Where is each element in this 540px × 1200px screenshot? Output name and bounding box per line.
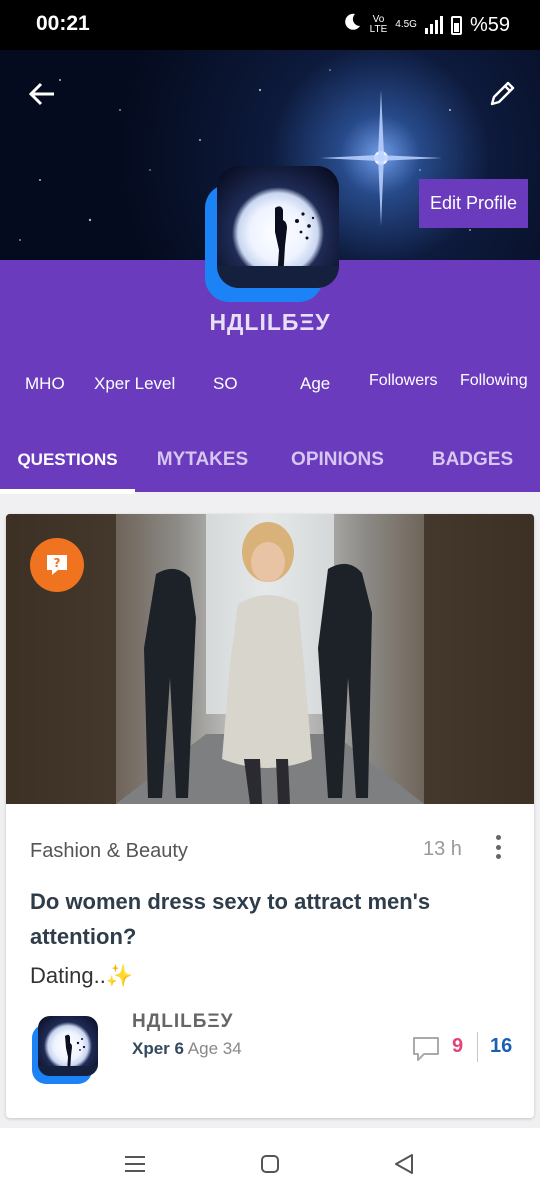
battery-icon xyxy=(450,15,462,35)
question-chat-icon: ? xyxy=(47,555,67,575)
battery-level: %59 xyxy=(469,13,510,36)
system-nav-bar xyxy=(0,1128,540,1200)
author-meta: Xper 6 Age 34 xyxy=(132,1039,242,1059)
author-name[interactable]: НДLILБΞУ xyxy=(132,1011,233,1033)
post-description: Dating..✨ xyxy=(30,963,134,988)
silhouette-figure xyxy=(217,206,339,288)
stat-mho[interactable]: MHO xyxy=(25,374,65,394)
more-options-button[interactable] xyxy=(490,832,506,862)
tab-mytakes[interactable]: MYTAKES xyxy=(135,440,270,492)
back-triangle-icon xyxy=(395,1154,413,1174)
question-card[interactable]: ? Fashion & Beauty 13 h Do women dress s… xyxy=(6,514,534,1118)
volte-icon: Vo LTE xyxy=(369,14,388,35)
profile-username: НДLILБΞУ xyxy=(209,309,331,335)
stat-following[interactable]: Following xyxy=(460,372,528,390)
post-title[interactable]: Do women dress sexy to attract men's att… xyxy=(30,884,510,954)
more-dot xyxy=(495,844,501,850)
author-age: Age 34 xyxy=(187,1039,242,1058)
profile-avatar[interactable] xyxy=(205,166,339,302)
active-tab-indicator xyxy=(0,489,135,494)
vote-count[interactable]: 16 xyxy=(490,1035,512,1058)
status-icons: Vo LTE 4.5G %59 xyxy=(342,12,510,38)
author-avatar-image xyxy=(38,1016,98,1076)
home-button[interactable] xyxy=(255,1150,285,1178)
tab-questions[interactable]: QUESTIONS xyxy=(0,440,135,492)
avatar-image xyxy=(217,166,339,288)
stat-age[interactable]: Age xyxy=(300,374,330,394)
profile-tabs: QUESTIONS MYTAKES OPINIONS BADGES xyxy=(0,440,540,492)
post-time: 13 h xyxy=(423,838,462,860)
stat-followers[interactable]: Followers xyxy=(369,372,437,390)
post-category[interactable]: Fashion & Beauty xyxy=(30,840,188,863)
home-square-icon xyxy=(261,1155,279,1173)
pencil-icon xyxy=(490,81,515,106)
signal-icon xyxy=(424,16,443,34)
menu-icon xyxy=(125,1156,145,1172)
back-button[interactable] xyxy=(20,72,64,116)
more-dot xyxy=(495,854,501,859)
stat-so[interactable]: SO xyxy=(213,374,238,394)
status-time: 00:21 xyxy=(36,12,90,35)
more-dot xyxy=(495,835,501,840)
network-label: 4.5G xyxy=(395,19,417,30)
edit-profile-button[interactable]: Edit Profile xyxy=(419,179,528,228)
svg-text:?: ? xyxy=(54,556,61,570)
count-divider xyxy=(477,1032,478,1062)
recent-apps-button[interactable] xyxy=(120,1150,150,1178)
arrow-left-icon xyxy=(28,82,54,106)
moon-icon xyxy=(342,12,362,38)
status-bar: 00:21 Vo LTE 4.5G %59 xyxy=(0,0,540,50)
comment-icon[interactable] xyxy=(412,1036,440,1062)
tab-badges[interactable]: BADGES xyxy=(405,440,540,492)
tab-opinions[interactable]: OPINIONS xyxy=(270,440,405,492)
hallway-scene xyxy=(6,514,534,804)
author-avatar[interactable] xyxy=(32,1016,98,1086)
stat-xper-level[interactable]: Xper Level xyxy=(94,374,175,394)
profile-stats: MHO Xper Level SO Age Followers Followin… xyxy=(0,372,540,398)
question-image[interactable]: ? xyxy=(6,514,534,804)
edit-button[interactable] xyxy=(480,72,524,116)
author-silhouette xyxy=(38,1034,98,1076)
author-level: Xper 6 xyxy=(132,1039,184,1058)
system-back-button[interactable] xyxy=(389,1150,419,1178)
question-badge: ? xyxy=(30,538,84,592)
comment-count[interactable]: 9 xyxy=(452,1035,463,1058)
